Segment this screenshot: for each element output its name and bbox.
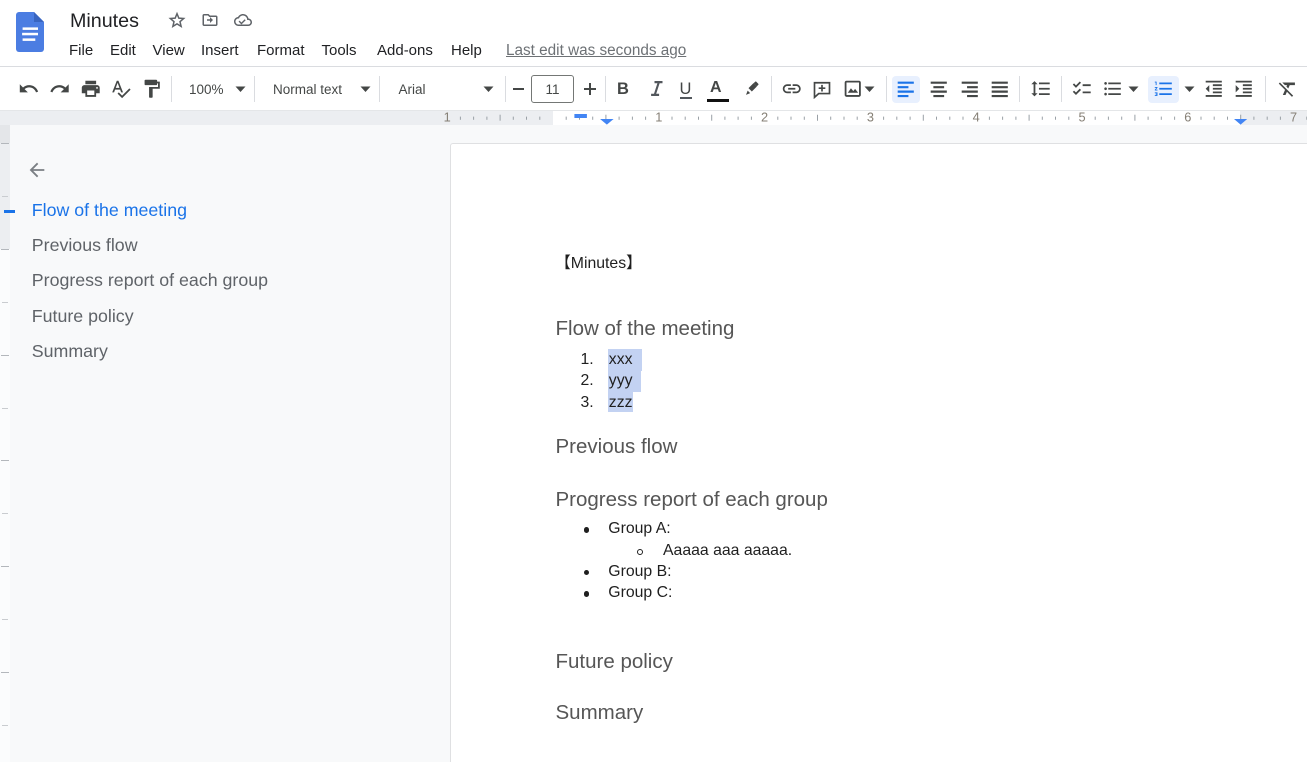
- svg-text:1: 1: [444, 110, 451, 124]
- svg-text:1: 1: [655, 110, 662, 124]
- svg-text:3: 3: [867, 110, 874, 124]
- svg-text:2: 2: [761, 110, 768, 124]
- svg-text:4: 4: [973, 110, 980, 124]
- svg-text:6: 6: [1184, 110, 1191, 124]
- svg-text:7: 7: [1290, 110, 1297, 124]
- svg-text:5: 5: [1078, 110, 1085, 124]
